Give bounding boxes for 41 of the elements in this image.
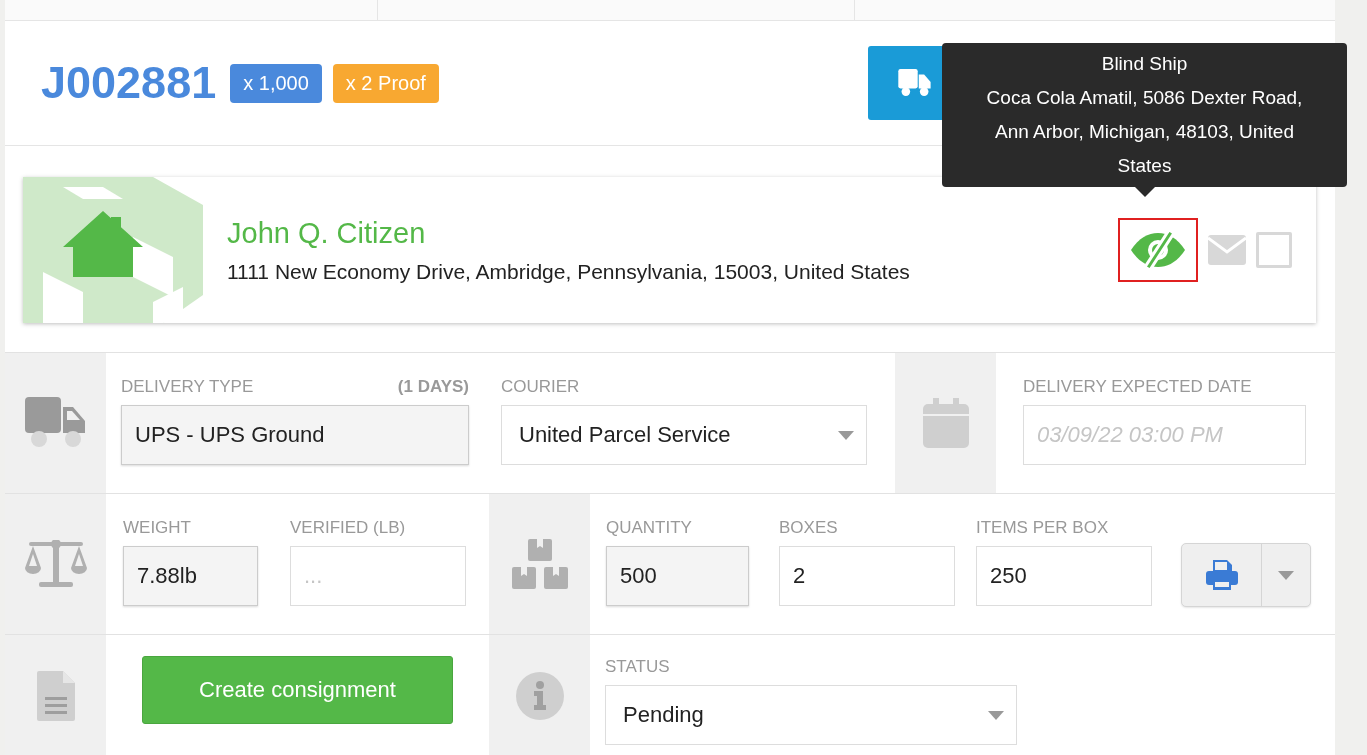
badge: x 2 Proof <box>332 63 439 103</box>
truck-icon <box>898 69 932 97</box>
field-label: BOXES <box>779 518 839 538</box>
caret-icon <box>988 710 1004 720</box>
field-label: QUANTITY <box>606 518 693 538</box>
input-field[interactable]: 03/09/22 03:00 PM <box>1023 405 1306 465</box>
document-icon <box>36 671 75 721</box>
input-field[interactable]: ... <box>290 546 466 606</box>
dropdown[interactable]: Pending <box>605 685 1017 745</box>
printer-icon <box>1205 560 1238 590</box>
info-icon <box>515 672 564 720</box>
blind-ship-toggle[interactable] <box>1118 218 1198 282</box>
input-field[interactable]: 500 <box>606 546 749 606</box>
envelope-icon[interactable] <box>1208 235 1246 265</box>
field-label: VERIFIED (LB) <box>290 518 407 538</box>
truck-icon <box>24 397 87 449</box>
input-field[interactable]: 2 <box>779 546 955 606</box>
dropdown[interactable]: United Parcel Service <box>501 405 867 465</box>
boxes-icon <box>511 539 568 589</box>
tooltip-title: Blind Ship <box>1100 52 1189 76</box>
calendar-icon <box>922 398 969 448</box>
job-number: J002881 <box>41 57 217 109</box>
tooltip-text: Coca Cola Amatil, 5086 Dexter Road, Ann Arbor, Michigan, 48103, United States <box>985 86 1304 178</box>
recipient-address: 1111 New Economy Drive, Ambridge, Pennsylvania, 15003, United States <box>227 259 910 284</box>
field-label: DELIVERY EXPECTED DATE <box>1023 377 1253 397</box>
field-label: COURIER <box>501 377 581 397</box>
checkbox[interactable] <box>1256 232 1292 268</box>
recipient-name: John Q. Citizen <box>227 216 427 250</box>
input-field[interactable]: 250 <box>976 546 1152 606</box>
days-label: (1 DAYS) <box>397 377 469 398</box>
caret-icon <box>838 430 854 440</box>
field-label: STATUS <box>605 657 671 677</box>
caret-icon <box>1278 570 1294 580</box>
badge: x 1,000 <box>230 63 322 103</box>
field-label: WEIGHT <box>123 518 192 538</box>
input-field[interactable]: 7.88lb <box>123 546 258 606</box>
field-label: DELIVERY TYPE <box>121 377 254 397</box>
eye-slash-icon <box>1129 230 1187 270</box>
field-label: ITEMS PER BOX <box>976 518 1110 538</box>
scales-icon <box>24 540 87 588</box>
input-field[interactable]: UPS - UPS Ground <box>121 405 469 465</box>
